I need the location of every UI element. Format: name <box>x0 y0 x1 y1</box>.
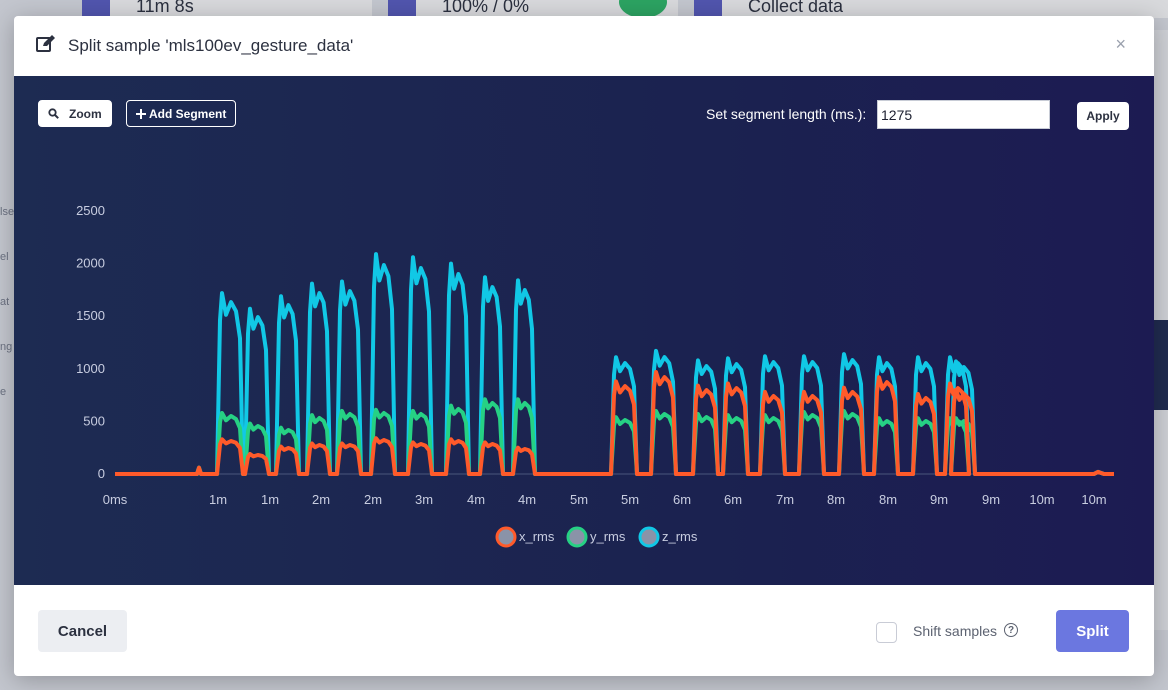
cancel-button[interactable]: Cancel <box>38 610 127 652</box>
x-tick-label: 10m <box>1029 492 1054 507</box>
segment-length-input[interactable] <box>877 100 1050 129</box>
x-tick-label: 3m <box>415 492 433 507</box>
add-segment-label: Add Segment <box>149 106 227 121</box>
sensor-chart[interactable]: 0 500 1000 1500 2000 2500 0ms 1m 1m 2m 2m 3m 4m 4m 5m 5… <box>14 76 1154 585</box>
x-tick-label: 4m <box>518 492 536 507</box>
x-tick-label: 1m <box>261 492 279 507</box>
apply-button[interactable]: Apply <box>1077 102 1129 130</box>
plus-icon <box>136 108 146 119</box>
legend-marker <box>566 526 588 548</box>
x-tick-label: 1m <box>209 492 227 507</box>
x-tick-label: 2m <box>312 492 330 507</box>
modal-header: Split sample 'mls100ev_gesture_data' × <box>14 16 1154 76</box>
x-tick-label: 2m <box>364 492 382 507</box>
legend-label: x_rms <box>519 529 555 544</box>
split-button[interactable]: Split <box>1056 610 1129 652</box>
y-tick-label: 500 <box>83 413 105 428</box>
chart-panel: 0 500 1000 1500 2000 2500 0ms 1m 1m 2m 2m 3m 4m 4m 5m 5… <box>14 76 1154 585</box>
legend-marker <box>638 526 660 548</box>
modal-footer: Cancel Shift samples ? Split <box>14 585 1154 676</box>
y-tick-label: 0 <box>98 466 105 481</box>
close-button[interactable]: × <box>1115 34 1126 55</box>
legend-label: y_rms <box>590 529 626 544</box>
y-tick-label: 2500 <box>76 203 105 218</box>
legend-label: z_rms <box>662 529 698 544</box>
x-tick-label: 8m <box>827 492 845 507</box>
shift-samples-checkbox[interactable] <box>876 622 897 643</box>
search-icon <box>48 108 59 119</box>
split-sample-modal: Split sample 'mls100ev_gesture_data' × 0… <box>14 16 1154 676</box>
edit-icon <box>36 34 56 58</box>
x-tick-label: 8m <box>879 492 897 507</box>
y-tick-label: 1000 <box>76 361 105 376</box>
modal-title: Split sample 'mls100ev_gesture_data' <box>68 36 354 55</box>
legend-marker <box>495 526 517 548</box>
x-tick-label: 0ms <box>103 492 128 507</box>
zoom-button[interactable]: Zoom <box>38 100 112 127</box>
help-icon[interactable]: ? <box>1004 623 1018 637</box>
x-tick-label: 5m <box>621 492 639 507</box>
x-tick-label: 6m <box>673 492 691 507</box>
x-tick-label: 10m <box>1081 492 1106 507</box>
y-tick-label: 1500 <box>76 308 105 323</box>
add-segment-button[interactable]: Add Segment <box>126 100 237 127</box>
y-tick-label: 2000 <box>76 256 105 271</box>
x-tick-label: 9m <box>982 492 1000 507</box>
x-tick-label: 7m <box>776 492 794 507</box>
segment-length-label: Set segment length (ms.): <box>706 106 867 122</box>
shift-samples-label: Shift samples <box>913 623 998 639</box>
x-tick-label: 6m <box>724 492 742 507</box>
x-tick-label: 9m <box>930 492 948 507</box>
x-tick-label: 5m <box>570 492 588 507</box>
x-tick-label: 4m <box>467 492 485 507</box>
zoom-label: Zoom <box>69 106 102 121</box>
